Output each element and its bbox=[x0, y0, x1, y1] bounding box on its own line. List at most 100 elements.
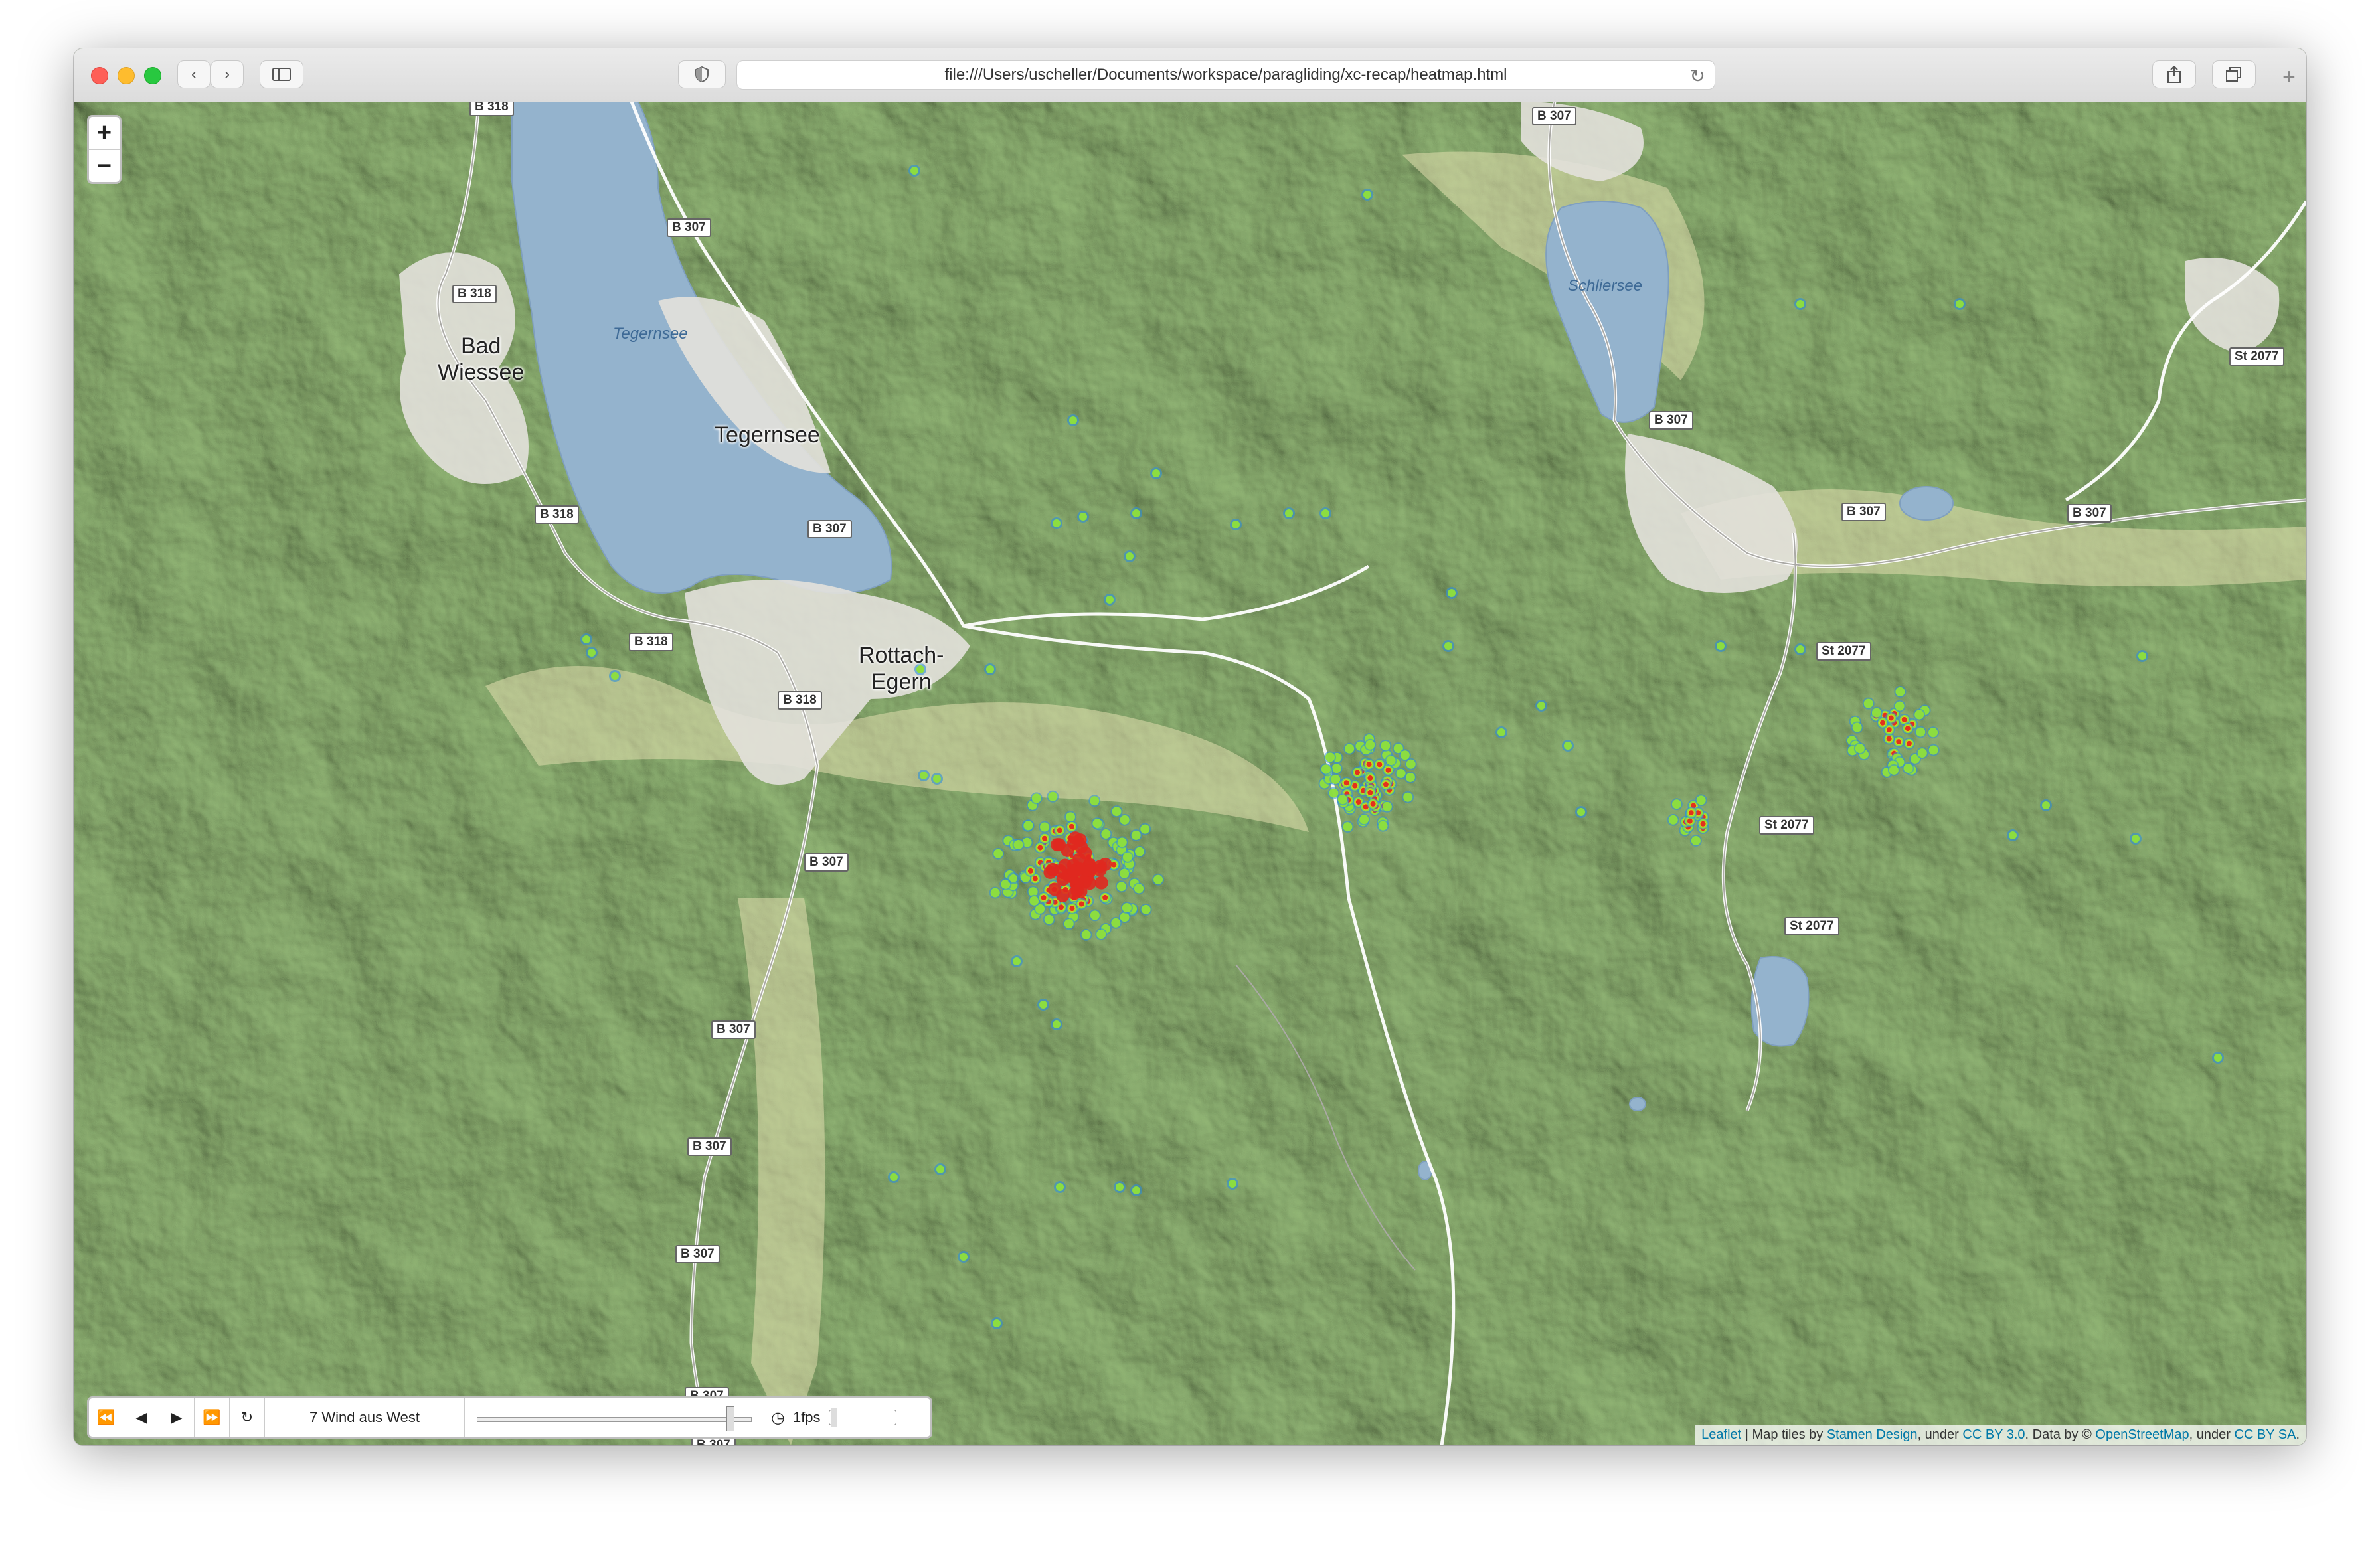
share-icon bbox=[2168, 66, 2181, 83]
new-tab-icon[interactable]: + bbox=[2282, 64, 2296, 90]
heat-point bbox=[1903, 763, 1913, 773]
back-button[interactable]: ‹ bbox=[177, 60, 211, 88]
heat-point bbox=[1057, 827, 1062, 833]
stamen-link[interactable]: Stamen Design bbox=[1827, 1427, 1918, 1442]
road-label: St 2077 bbox=[1784, 917, 1839, 935]
map-view[interactable]: Bad Wiessee Tegernsee Rottach- Egern Teg… bbox=[74, 102, 2306, 1445]
zoom-out-button[interactable]: − bbox=[89, 150, 120, 183]
heat-point bbox=[1321, 764, 1331, 774]
heat-point bbox=[2138, 652, 2146, 660]
sidebar-button[interactable] bbox=[260, 60, 303, 88]
heat-point bbox=[1886, 736, 1892, 742]
heat-point bbox=[1717, 642, 1725, 650]
heat-point bbox=[1343, 822, 1353, 832]
address-bar[interactable]: file:///Users/uscheller/Documents/worksp… bbox=[736, 60, 1715, 90]
heat-point bbox=[1895, 701, 1905, 711]
attribution-text: | Map tiles by bbox=[1741, 1427, 1827, 1442]
heat-point bbox=[1116, 882, 1126, 892]
map-attribution: Leaflet | Map tiles by Stamen Design, un… bbox=[1695, 1425, 2306, 1445]
attribution-text: . Data by © bbox=[2025, 1427, 2096, 1442]
reload-icon[interactable]: ↻ bbox=[1690, 65, 1705, 87]
heat-point bbox=[1700, 821, 1706, 827]
heat-point bbox=[1928, 728, 1938, 738]
speed-slider[interactable] bbox=[828, 1408, 896, 1427]
heat-point bbox=[1066, 864, 1080, 878]
heat-point bbox=[1048, 882, 1062, 896]
heat-point bbox=[1367, 775, 1373, 781]
close-window-button[interactable] bbox=[91, 67, 108, 84]
heat-point bbox=[1956, 300, 1964, 308]
heat-point bbox=[1134, 884, 1144, 894]
heat-point bbox=[1365, 740, 1375, 750]
loop-button[interactable]: ↻ bbox=[230, 1398, 265, 1437]
cc-by-sa-link[interactable]: CC BY SA bbox=[2234, 1427, 2296, 1442]
heat-point bbox=[1385, 767, 1391, 773]
url-text: file:///Users/uscheller/Documents/worksp… bbox=[944, 66, 1507, 84]
cc-by-link[interactable]: CC BY 3.0 bbox=[1962, 1427, 2025, 1442]
heat-point bbox=[1345, 744, 1355, 754]
backward-button[interactable]: ⏪ bbox=[89, 1398, 124, 1437]
play-button[interactable]: ▶ bbox=[159, 1398, 195, 1437]
heat-point bbox=[1132, 509, 1140, 517]
heat-point bbox=[1895, 687, 1905, 696]
heat-point bbox=[1066, 812, 1076, 822]
chevron-left-icon: ‹ bbox=[191, 65, 197, 83]
heat-point bbox=[1917, 748, 1927, 758]
heat-point bbox=[1082, 876, 1096, 890]
heat-point bbox=[1688, 810, 1694, 816]
zoom-window-button[interactable] bbox=[144, 67, 161, 84]
heat-point bbox=[1405, 772, 1415, 782]
heat-point bbox=[1378, 821, 1388, 831]
heat-point bbox=[1094, 876, 1108, 890]
heat-point bbox=[1886, 727, 1892, 733]
heat-point bbox=[1013, 957, 1021, 965]
zoom-in-button[interactable]: + bbox=[89, 117, 120, 150]
time-slider[interactable] bbox=[465, 1398, 764, 1437]
heat-point bbox=[1232, 521, 1240, 528]
road-label: B 307 bbox=[667, 218, 711, 237]
heat-point bbox=[1329, 788, 1339, 798]
terrain-map[interactable] bbox=[74, 102, 2306, 1445]
leaflet-link[interactable]: Leaflet bbox=[1701, 1427, 1741, 1442]
step-back-button[interactable]: ◀ bbox=[124, 1398, 159, 1437]
time-slider-handle[interactable] bbox=[726, 1406, 734, 1431]
heat-point bbox=[1122, 903, 1132, 913]
tabs-overview-button[interactable] bbox=[2212, 60, 2256, 88]
forward-button[interactable]: › bbox=[211, 60, 244, 88]
time-slider-track bbox=[477, 1417, 752, 1422]
minimize-window-button[interactable] bbox=[118, 67, 135, 84]
heat-point bbox=[990, 888, 1000, 898]
heat-point bbox=[1116, 1183, 1124, 1191]
road-label: B 318 bbox=[535, 505, 579, 524]
fast-forward-icon: ⏩ bbox=[203, 1409, 221, 1425]
heat-point bbox=[936, 1165, 944, 1173]
heat-point bbox=[1053, 1020, 1061, 1028]
osm-link[interactable]: OpenStreetMap bbox=[2095, 1427, 2189, 1442]
sidebar-icon bbox=[272, 68, 291, 81]
heat-point bbox=[910, 167, 918, 175]
heat-point bbox=[1027, 868, 1033, 874]
heat-point bbox=[1053, 519, 1061, 527]
heat-point bbox=[1337, 795, 1347, 805]
road-label: St 2077 bbox=[1759, 816, 1814, 835]
road-label: B 318 bbox=[629, 633, 673, 651]
share-button[interactable] bbox=[2152, 60, 2196, 88]
road-label: B 307 bbox=[1841, 503, 1886, 521]
attribution-text: . bbox=[2296, 1427, 2300, 1442]
zoom-control: + − bbox=[87, 115, 122, 184]
heat-point bbox=[1229, 1180, 1236, 1188]
heat-point bbox=[1068, 823, 1074, 829]
place-label-bad-wiessee: Bad Wiessee bbox=[438, 333, 525, 385]
heat-point bbox=[1041, 895, 1047, 901]
heat-point bbox=[2132, 835, 2140, 843]
heat-point bbox=[1056, 1183, 1064, 1191]
road-label: B 307 bbox=[1649, 411, 1693, 430]
forward-button[interactable]: ⏩ bbox=[195, 1398, 230, 1437]
heat-point bbox=[1044, 914, 1054, 924]
road-label: B 318 bbox=[469, 102, 514, 116]
privacy-button[interactable] bbox=[678, 60, 726, 88]
heat-point bbox=[1120, 912, 1130, 922]
heat-point bbox=[1325, 752, 1335, 762]
speed-slider-handle[interactable] bbox=[830, 1408, 837, 1427]
tabs-icon bbox=[2226, 67, 2241, 82]
